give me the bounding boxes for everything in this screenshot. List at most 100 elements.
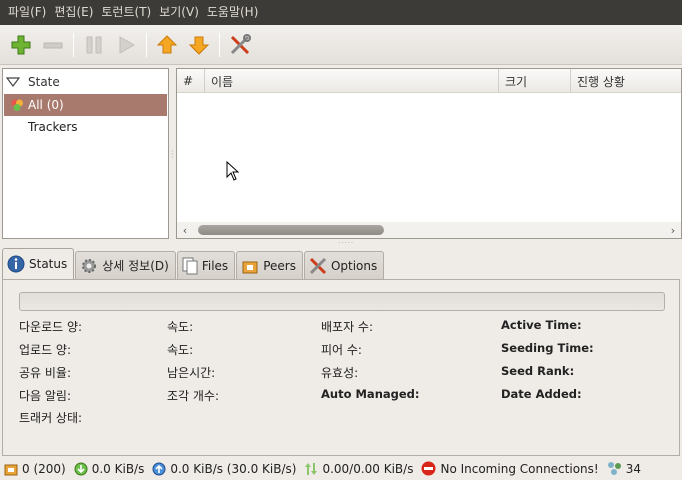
toolbar bbox=[0, 25, 682, 65]
tab-label: Options bbox=[330, 258, 378, 273]
expander-down-icon[interactable] bbox=[6, 76, 20, 87]
share-ratio-label: 공유 비율: bbox=[19, 366, 72, 380]
sidebar-state-header[interactable]: State bbox=[3, 69, 168, 94]
no-entry-icon bbox=[421, 461, 436, 476]
details-tabs: Status 상세 정보(D) Files Peers Options bbox=[2, 248, 385, 279]
uploaded-label: 업로드 양: bbox=[19, 343, 72, 357]
peers-icon bbox=[242, 261, 258, 273]
status-dht-nodes[interactable]: 34 bbox=[607, 461, 641, 476]
pane-splitter-handle[interactable]: · · · bbox=[171, 148, 175, 162]
statusbar: 0 (200) 0.0 KiB/s 0.0 KiB/s (30.0 KiB/s)… bbox=[0, 457, 682, 480]
add-torrent-button[interactable] bbox=[6, 30, 36, 60]
status-protocol-traffic[interactable]: 0.00/0.00 KiB/s bbox=[304, 462, 413, 476]
pause-icon bbox=[86, 36, 102, 53]
resume-button[interactable] bbox=[111, 30, 141, 60]
options-icon bbox=[309, 257, 327, 274]
queue-down-button[interactable] bbox=[184, 30, 214, 60]
status-torrents[interactable]: 0 (200) bbox=[4, 462, 66, 476]
auto-managed-label: Auto Managed: bbox=[321, 387, 420, 401]
status-download-speed[interactable]: 0.0 KiB/s bbox=[74, 461, 145, 476]
remove-torrent-button[interactable] bbox=[38, 30, 68, 60]
protocol-traffic-value: 0.00/0.00 KiB/s bbox=[322, 461, 414, 476]
scroll-left-icon[interactable]: ‹ bbox=[177, 224, 193, 237]
tab-label: Peers bbox=[263, 258, 296, 273]
column-header-size[interactable]: 크기 bbox=[499, 69, 571, 93]
sidebar-item-label: Trackers bbox=[28, 120, 78, 134]
download-speed-label: 속도: bbox=[167, 320, 194, 334]
scrollbar-track[interactable] bbox=[193, 225, 665, 235]
eta-label: 남은시간: bbox=[167, 366, 216, 380]
sidebar-item-all[interactable]: All (0) bbox=[4, 94, 167, 116]
date-added-label: Date Added: bbox=[501, 387, 582, 401]
tab-files[interactable]: Files bbox=[176, 251, 236, 279]
dht-icon bbox=[607, 462, 621, 475]
pieces-label: 조각 개수: bbox=[167, 389, 220, 403]
filter-sidebar: State All (0) Trackers bbox=[2, 68, 169, 239]
downloaded-label: 다운로드 양: bbox=[19, 320, 83, 334]
info-icon bbox=[7, 255, 25, 273]
scrollbar-thumb[interactable] bbox=[198, 225, 384, 235]
toolbar-separator bbox=[219, 32, 220, 57]
tab-label: Files bbox=[201, 258, 229, 273]
tab-status[interactable]: Status bbox=[2, 248, 75, 279]
torrent-count: 0 (200) bbox=[22, 461, 66, 476]
tab-details[interactable]: 상세 정보(D) bbox=[75, 251, 176, 279]
status-incoming-connections[interactable]: No Incoming Connections! bbox=[421, 461, 599, 476]
torrent-list[interactable]: # 이름 크기 진행 상황 ‹ › bbox=[176, 68, 682, 239]
column-header-number[interactable]: # bbox=[177, 69, 205, 93]
arrow-down-icon bbox=[188, 36, 210, 55]
toolbar-separator bbox=[146, 32, 147, 57]
toolbar-separator bbox=[73, 32, 74, 57]
availability-label: 유효성: bbox=[321, 366, 359, 380]
next-announce-label: 다음 알림: bbox=[19, 389, 72, 403]
incoming-connections-text: No Incoming Connections! bbox=[440, 461, 599, 476]
menu-edit[interactable]: 편집(E) bbox=[50, 0, 97, 25]
download-speed-value: 0.0 KiB/s bbox=[91, 461, 145, 476]
tab-peers[interactable]: Peers bbox=[236, 251, 303, 279]
upload-speed-icon bbox=[152, 462, 166, 475]
menu-view[interactable]: 보기(V) bbox=[155, 0, 203, 25]
sidebar-header-label: State bbox=[28, 74, 60, 89]
menu-help[interactable]: 도움말(H) bbox=[203, 0, 263, 25]
tab-label: 상세 정보(D) bbox=[102, 259, 169, 273]
tab-label: Status bbox=[29, 257, 68, 271]
torrent-progress-bar bbox=[19, 292, 665, 311]
peers-label: 피어 수: bbox=[321, 343, 362, 357]
upload-speed-value: 0.0 KiB/s (30.0 KiB/s) bbox=[170, 461, 297, 476]
connections-icon bbox=[4, 464, 18, 475]
tab-options[interactable]: Options bbox=[303, 251, 385, 279]
tools-icon bbox=[230, 33, 251, 54]
scroll-right-icon[interactable]: › bbox=[665, 224, 681, 237]
all-torrents-icon bbox=[11, 99, 23, 111]
mouse-cursor-icon bbox=[226, 161, 240, 181]
arrow-up-icon bbox=[156, 34, 178, 53]
preferences-button[interactable] bbox=[225, 30, 255, 60]
files-icon bbox=[182, 257, 198, 274]
active-time-label: Active Time: bbox=[501, 318, 582, 332]
upload-speed-label: 속도: bbox=[167, 343, 194, 357]
up-down-arrows-icon bbox=[305, 462, 318, 475]
horizontal-scrollbar[interactable]: ‹ › bbox=[177, 222, 681, 238]
sidebar-item-label: All (0) bbox=[28, 98, 64, 112]
seeding-time-label: Seeding Time: bbox=[501, 341, 594, 355]
pane-splitter-handle[interactable]: ····· bbox=[338, 239, 354, 247]
queue-up-button[interactable] bbox=[152, 30, 182, 60]
menubar: 파일(F) 편집(E) 토런트(T) 보기(V) 도움말(H) bbox=[0, 0, 682, 25]
minus-icon bbox=[43, 42, 63, 48]
pause-button[interactable] bbox=[79, 30, 109, 60]
tracker-status-label: 트래커 상태: bbox=[19, 411, 83, 425]
status-panel: 다운로드 양: 업로드 양: 공유 비율: 다음 알림: 트래커 상태: 속도:… bbox=[2, 279, 680, 456]
gear-icon bbox=[82, 258, 97, 273]
menu-file[interactable]: 파일(F) bbox=[4, 0, 50, 25]
status-upload-speed[interactable]: 0.0 KiB/s (30.0 KiB/s) bbox=[152, 462, 296, 476]
seed-rank-label: Seed Rank: bbox=[501, 364, 575, 378]
play-icon bbox=[119, 35, 136, 54]
dht-node-count: 34 bbox=[625, 461, 641, 476]
menu-torrent[interactable]: 토런트(T) bbox=[97, 0, 155, 25]
sidebar-item-trackers[interactable]: Trackers bbox=[4, 116, 167, 138]
column-header-progress[interactable]: 진행 상황 bbox=[571, 69, 681, 93]
download-speed-icon bbox=[74, 462, 88, 475]
column-header-name[interactable]: 이름 bbox=[205, 69, 499, 93]
plus-icon bbox=[11, 35, 31, 54]
torrent-list-header: # 이름 크기 진행 상황 bbox=[177, 69, 681, 93]
